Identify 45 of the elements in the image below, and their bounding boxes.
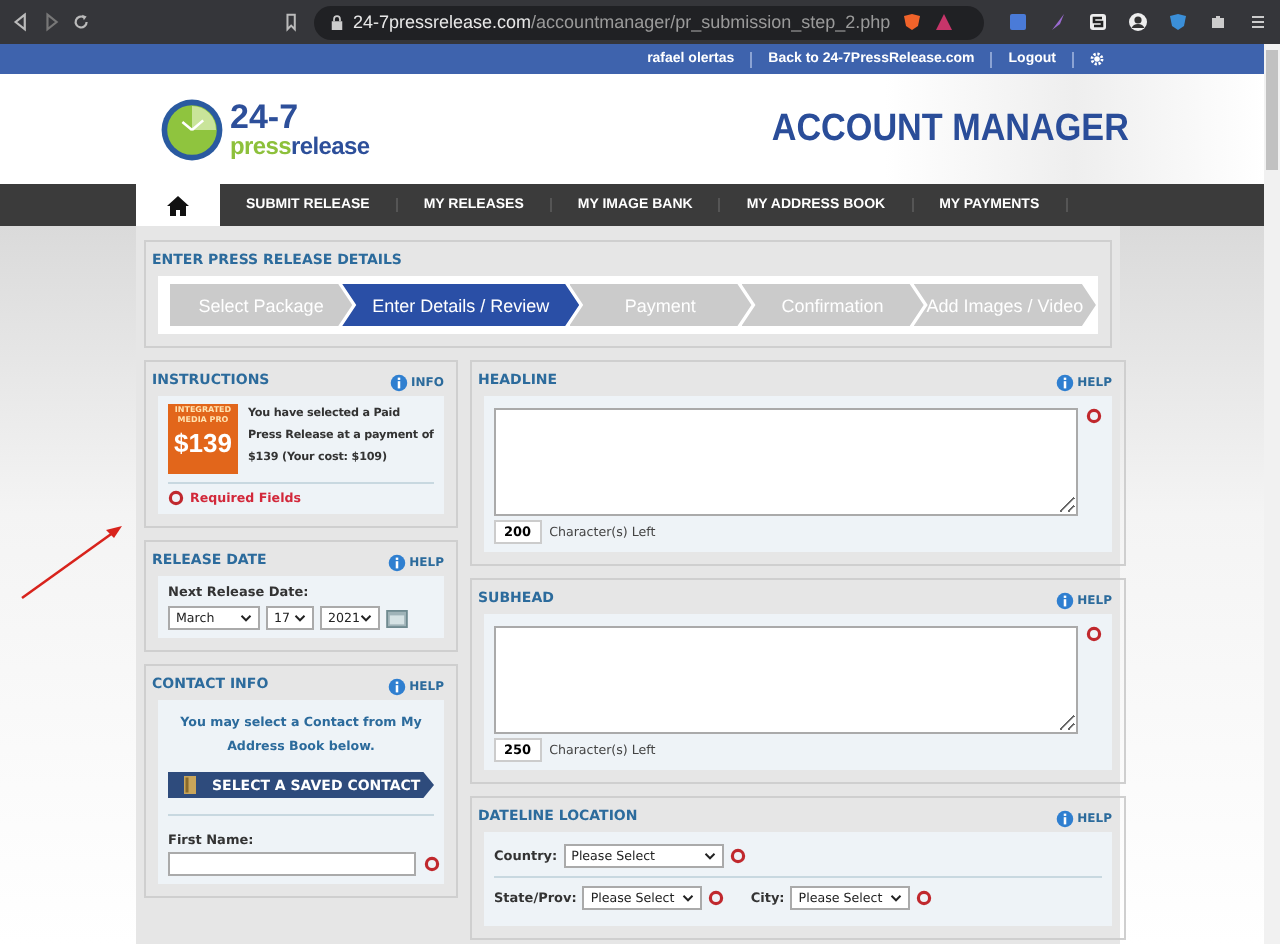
help-icon (1055, 809, 1074, 827)
lock-icon (329, 13, 343, 31)
shield-icon[interactable] (1168, 12, 1188, 32)
book-icon (184, 776, 196, 794)
help-icon (387, 553, 406, 571)
first-name-field[interactable] (168, 852, 416, 876)
feather-icon[interactable] (1048, 12, 1068, 32)
back-icon[interactable] (12, 12, 31, 32)
reload-icon[interactable] (72, 12, 91, 32)
required-icon (916, 890, 933, 906)
caret-icon (294, 614, 306, 622)
logo-word: press (230, 132, 292, 160)
s-logo-icon[interactable] (1088, 12, 1108, 32)
help-icon (1055, 591, 1074, 609)
help-icon (1055, 373, 1074, 391)
caret-icon (360, 614, 373, 622)
logo-number: 24-7 (230, 100, 301, 134)
caret-icon (703, 852, 716, 860)
settings-icon[interactable] (1090, 52, 1104, 66)
avatar-icon[interactable] (1128, 12, 1148, 32)
caret-icon (682, 894, 695, 902)
home-tab[interactable] (136, 184, 220, 226)
required-icon (1086, 408, 1102, 424)
scrollbar-thumb[interactable] (1266, 50, 1278, 170)
clock-logo-icon (160, 97, 224, 161)
page-title: ACCOUNT MANAGER (770, 107, 1128, 151)
triangle-icon[interactable] (934, 12, 955, 32)
required-icon (729, 848, 746, 864)
home-icon (166, 193, 190, 217)
address-bar[interactable]: 24-7pressrelease.com/accountmanager/pr_submission_step_2.php (313, 5, 984, 39)
forward-icon[interactable] (42, 12, 61, 32)
info-icon (389, 373, 408, 391)
menu-icon[interactable] (1248, 12, 1268, 32)
help-icon (387, 677, 406, 695)
bookmark-icon[interactable] (282, 12, 301, 32)
shield-icon[interactable] (902, 12, 923, 32)
required-icon (1086, 626, 1102, 642)
required-icon (168, 490, 184, 506)
caret-icon (240, 614, 252, 622)
logo-word: release (291, 132, 370, 160)
caret-icon (890, 894, 903, 902)
required-icon (708, 890, 725, 906)
arrow-drawing (20, 524, 124, 600)
calendar-icon[interactable] (386, 609, 408, 627)
required-icon (424, 856, 440, 872)
